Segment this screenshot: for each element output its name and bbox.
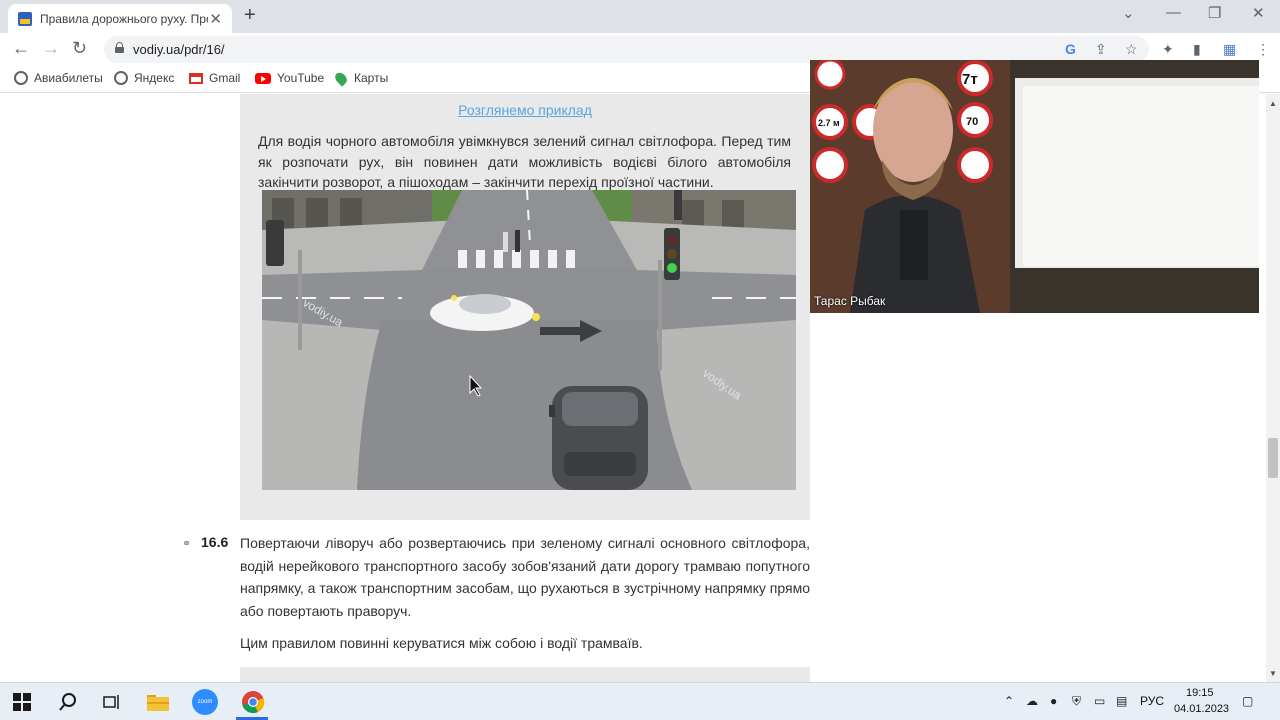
windows-start-icon[interactable] [10, 690, 34, 714]
clock-date[interactable]: 04.01.2023 [1174, 703, 1229, 715]
scroll-up-icon[interactable]: ▲ [1269, 99, 1277, 108]
minimize-button[interactable]: — [1166, 4, 1181, 21]
participant-name: Тарас Рыбак [814, 294, 886, 308]
tab-title: Правила дорожнього руху. Про [40, 11, 208, 26]
rule-number: 16.6 [201, 534, 229, 550]
profile-avatar-icon[interactable]: ▦ [1223, 41, 1236, 58]
intersection-scene: vodiy.ua vodiy.ua [262, 190, 796, 490]
bookmark-maps[interactable]: Карты [332, 69, 389, 87]
tab-strip: Правила дорожнього руху. Про ✕ + ⌄ — ❐ ✕ [0, 0, 1280, 33]
bookmark-label: Авиабилеты [34, 71, 103, 85]
video-call-window[interactable]: 7т 2.7 м 70 Тарас Рыбак [810, 60, 1259, 313]
side-panel-icon[interactable]: ▮ [1193, 41, 1201, 58]
tab-active[interactable]: Правила дорожнього руху. Про ✕ [8, 4, 232, 33]
show-hidden-icons-icon[interactable]: ⌃ [1004, 694, 1014, 708]
video-frame: 7т 2.7 м 70 [810, 60, 1259, 313]
onedrive-icon[interactable]: ☁ [1026, 694, 1038, 708]
bookmark-aviabilety[interactable]: Авиабилеты [14, 71, 103, 85]
black-car [549, 386, 648, 490]
intersection-illustration: vodiy.ua vodiy.ua [262, 190, 796, 490]
new-tab-button[interactable]: + [244, 4, 256, 27]
clock-time[interactable]: 19:15 [1186, 687, 1214, 699]
back-button[interactable]: ← [12, 38, 30, 59]
google-lens-icon[interactable]: G [1065, 41, 1076, 57]
input-language[interactable]: РУС [1140, 694, 1164, 708]
yandex-icon [114, 71, 128, 85]
globe-icon [14, 71, 28, 85]
page-scrollbar[interactable]: ▲ ▼ [1266, 94, 1280, 682]
tab-close-icon[interactable]: ✕ [209, 10, 222, 28]
maps-icon [332, 69, 350, 87]
sign-label-weight: 7т [962, 71, 978, 88]
security-icon[interactable]: ⛨ [1072, 694, 1081, 709]
tab-search-icon[interactable]: ⌄ [1122, 4, 1135, 22]
windows-taskbar: zoom ⌃ ☁ ● ⛨ ▭ ▤ РУС 19:15 04.01.2023 ▢ [0, 682, 1280, 720]
task-view-icon[interactable] [100, 690, 124, 714]
site-favicon-icon [18, 11, 32, 26]
youtube-icon [255, 72, 271, 84]
notifications-icon[interactable]: ▢ [1242, 694, 1253, 708]
sign-label-height: 2.7 м [818, 118, 840, 128]
extensions-icon[interactable]: ✦ [1162, 41, 1174, 58]
chrome-icon[interactable] [240, 689, 266, 715]
example-text: Для водія чорного автомобіля увімкнувся … [258, 133, 791, 190]
file-explorer-icon[interactable] [146, 690, 170, 714]
zoom-label: zoom [197, 699, 213, 705]
rule-text: Повертаючи ліворуч або розвертаючись при… [240, 535, 810, 619]
example-box: Розглянемо приклад Для водія чорного авт… [240, 94, 810, 520]
scroll-thumb[interactable] [1268, 438, 1278, 478]
zoom-icon[interactable]: zoom [192, 689, 218, 715]
share-icon[interactable]: ⇪ [1095, 41, 1107, 58]
lock-icon [115, 42, 124, 53]
battery-icon[interactable]: ▭ [1094, 694, 1105, 708]
gmail-icon [189, 72, 203, 84]
reload-button[interactable]: ↻ [72, 38, 87, 59]
menu-icon[interactable]: ⋮ [1256, 41, 1270, 58]
example-link[interactable]: Розглянемо приклад [240, 102, 810, 118]
next-example-box [240, 667, 810, 682]
bookmark-gmail[interactable]: Gmail [189, 71, 240, 85]
bookmark-star-icon[interactable]: ☆ [1125, 41, 1138, 58]
close-window-button[interactable]: ✕ [1252, 4, 1265, 22]
restore-button[interactable]: ❐ [1208, 4, 1221, 22]
bookmark-label: Карты [354, 71, 389, 85]
bookmark-yandex[interactable]: Яндекс [114, 71, 174, 85]
rule-note: Цим правилом повинні керуватися між собо… [240, 635, 643, 651]
address-bar[interactable]: vodiy.ua/pdr/16/ [104, 36, 1149, 63]
sign-label-speed: 70 [966, 116, 978, 128]
network-icon[interactable]: ▤ [1116, 694, 1127, 708]
bookmark-youtube[interactable]: YouTube [255, 71, 324, 85]
forward-button[interactable]: → [42, 38, 60, 59]
bookmark-label: Gmail [209, 71, 241, 85]
bookmark-label: Яндекс [134, 71, 175, 85]
link-chain-icon[interactable]: ⚭ [182, 537, 191, 550]
url-text[interactable]: vodiy.ua/pdr/16/ [133, 42, 225, 57]
microphone-icon[interactable]: ● [1050, 694, 1057, 708]
search-icon[interactable] [56, 690, 80, 714]
scroll-down-icon[interactable]: ▼ [1269, 669, 1277, 678]
bookmark-label: YouTube [277, 71, 325, 85]
